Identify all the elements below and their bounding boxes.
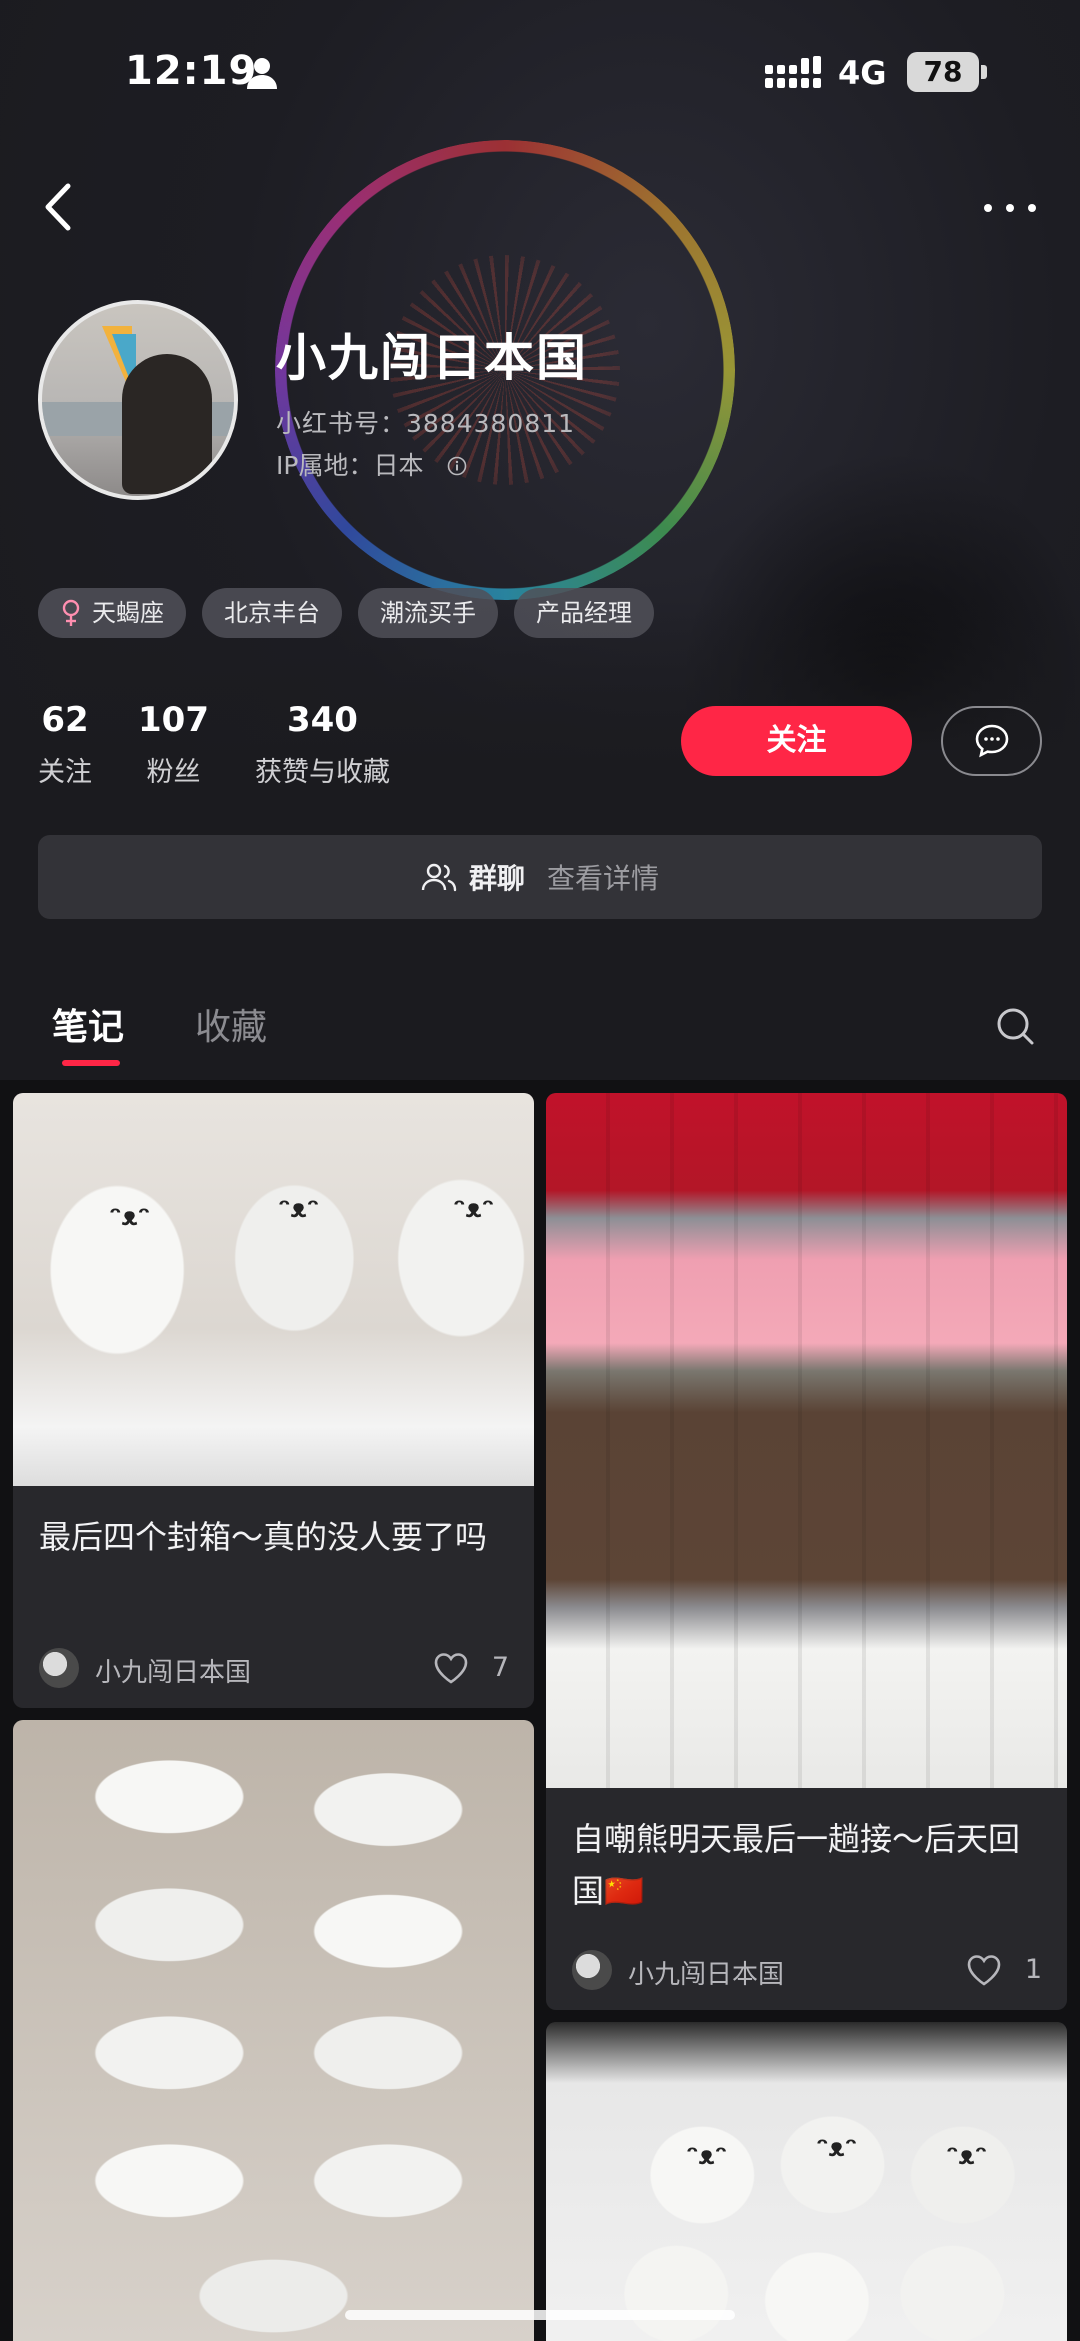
network-type: 4G	[838, 54, 887, 92]
profile-stats: 62 关注 107 粉丝 340 获赞与收藏	[38, 700, 436, 789]
status-time: 12:19	[125, 48, 258, 94]
group-chat-label: 群聊	[468, 862, 525, 895]
author-name[interactable]: 小九闯日本国	[95, 1652, 251, 1689]
ip-location-text: IP属地：日本	[276, 451, 424, 480]
note-cover-image: ᵔᴥᵔ ᵔᴥᵔ ᵔᴥᵔ	[13, 1093, 534, 1486]
account-id: 小红书号：3884380811	[276, 409, 576, 438]
tag-label: 产品经理	[536, 599, 632, 627]
note-title: 自嘲熊明天最后一趟接～后天回国🇨🇳	[572, 1820, 1021, 1910]
battery-indicator: 78	[907, 52, 987, 92]
signal-icon	[765, 56, 821, 88]
stat-followers[interactable]: 107 粉丝	[138, 700, 209, 789]
follow-button[interactable]: 关注	[681, 706, 912, 776]
tab-active-indicator	[62, 1060, 120, 1066]
author-avatar[interactable]	[572, 1950, 612, 1990]
note-card[interactable]: ᵔᴥᵔ ᵔᴥᵔ ᵔᴥᵔ 最后四个封箱～真的没人要了吗 小九闯日本国 7	[13, 1093, 534, 1708]
notes-feed: ᵔᴥᵔ ᵔᴥᵔ ᵔᴥᵔ 最后四个封箱～真的没人要了吗 小九闯日本国 7 自嘲熊明…	[0, 1080, 1080, 2341]
stat-label: 获赞与收藏	[254, 757, 390, 788]
home-indicator[interactable]	[345, 2310, 735, 2320]
stat-label: 关注	[38, 757, 92, 788]
note-meta: 小九闯日本国 7	[39, 1646, 509, 1690]
stat-number: 340	[286, 700, 358, 740]
note-card[interactable]	[13, 1720, 534, 2341]
tag-role[interactable]: 潮流买手	[358, 588, 498, 638]
tab-collections[interactable]: 收藏	[195, 998, 267, 1050]
heart-icon[interactable]	[433, 1652, 469, 1684]
message-button[interactable]	[941, 706, 1042, 776]
note-cover-image: ᵔᴥᵔ ᵔᴥᵔ ᵔᴥᵔ	[546, 2022, 1067, 2341]
tag-label: 天蝎座	[92, 599, 164, 627]
tag-location[interactable]: 北京丰台	[202, 588, 342, 638]
content-tabs: 笔记 收藏	[0, 980, 1080, 1080]
status-bar: 12:19 4G 78	[0, 40, 1080, 110]
search-icon[interactable]	[995, 1006, 1035, 1046]
avatar[interactable]	[38, 300, 238, 500]
author-name[interactable]: 小九闯日本国	[628, 1954, 784, 1991]
stat-likes-collects[interactable]: 340 获赞与收藏	[255, 700, 390, 789]
note-cover-image	[546, 1093, 1067, 1788]
note-meta: 小九闯日本国 1	[572, 1948, 1042, 1992]
back-icon[interactable]	[38, 180, 82, 234]
info-icon[interactable]	[447, 456, 467, 476]
profile-tags: 天蝎座 北京丰台 潮流买手 产品经理	[38, 588, 654, 638]
note-cover-image	[13, 1720, 534, 2341]
ip-location: IP属地：日本	[276, 446, 467, 482]
group-chat-bar[interactable]: 群聊 查看详情	[38, 835, 1042, 919]
group-chat-detail: 查看详情	[547, 862, 660, 895]
battery-level: 78	[923, 55, 963, 88]
note-card[interactable]: ᵔᴥᵔ ᵔᴥᵔ ᵔᴥᵔ	[546, 2022, 1067, 2341]
tag-label: 潮流买手	[380, 599, 476, 627]
stat-number: 62	[41, 700, 89, 740]
group-icon	[421, 863, 457, 892]
profile-name: 小九闯日本国	[276, 329, 588, 387]
stat-number: 107	[138, 700, 209, 740]
person-icon	[247, 58, 277, 89]
tag-job[interactable]: 产品经理	[514, 588, 654, 638]
author-avatar[interactable]	[39, 1648, 79, 1688]
tab-notes[interactable]: 笔记	[52, 998, 124, 1050]
more-icon[interactable]	[980, 196, 1040, 220]
stat-label: 粉丝	[146, 757, 201, 788]
tag-zodiac[interactable]: 天蝎座	[38, 588, 186, 638]
note-card[interactable]: 自嘲熊明天最后一趟接～后天回国🇨🇳 小九闯日本国 1	[546, 1093, 1067, 2010]
heart-icon[interactable]	[966, 1954, 1002, 1986]
like-count: 1	[1024, 1954, 1042, 1985]
note-title: 最后四个封箱～真的没人要了吗	[39, 1518, 488, 1556]
message-icon	[975, 724, 1008, 758]
tag-label: 北京丰台	[224, 599, 320, 627]
like-count: 7	[491, 1652, 509, 1683]
stat-following[interactable]: 62 关注	[38, 700, 92, 789]
female-icon	[62, 599, 80, 626]
